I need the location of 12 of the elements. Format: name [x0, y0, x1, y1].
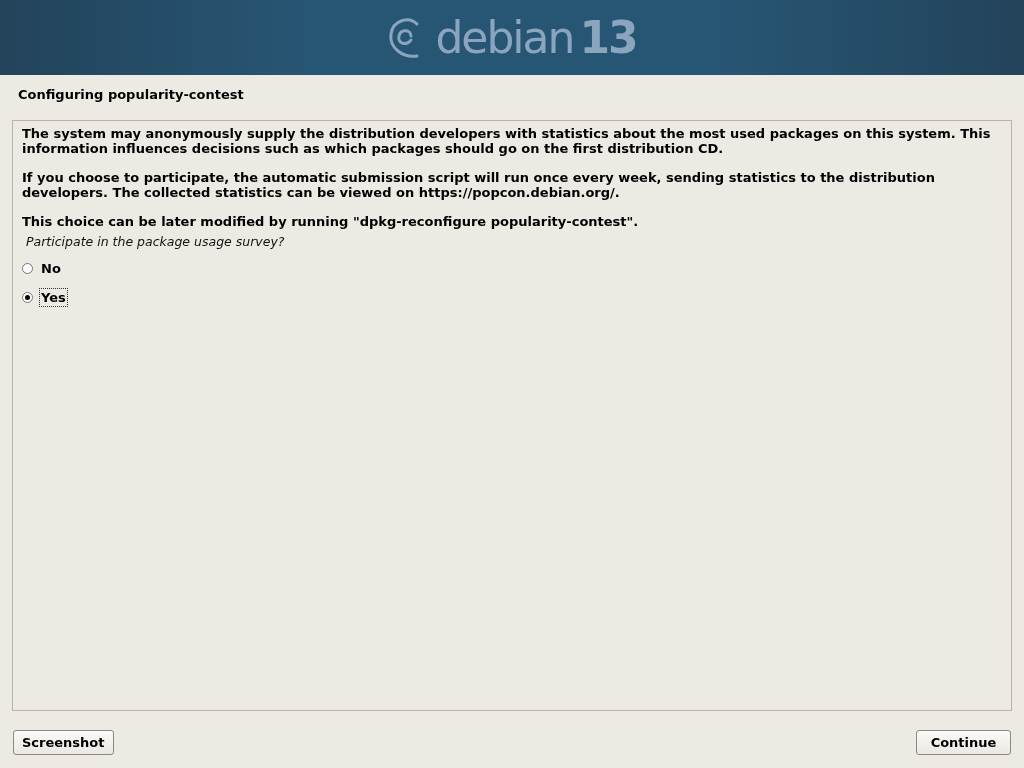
screenshot-button[interactable]: Screenshot — [13, 730, 114, 755]
description-text: If you choose to participate, the automatic submission script will run once every week, sending statistics to the distribution developers. The collected statistics can be viewed on https://popcon.debian.org/. — [22, 170, 936, 200]
description-text: The system may anonymously supply the distribution developers with statistics about the most used packages on this system. This information influences decisions such as which packages should go on the first distribution CD. — [22, 126, 992, 156]
continue-button[interactable]: Continue — [916, 730, 1011, 755]
option-label[interactable]: Yes — [39, 288, 68, 307]
radio-button[interactable] — [22, 292, 33, 303]
option-label[interactable]: No — [39, 259, 63, 278]
question-text: Participate in the package usage survey? — [26, 234, 286, 249]
logo-wordmark: debian 13 — [435, 12, 637, 63]
page-title: Configuring popularity-contest — [17, 86, 245, 104]
description-text: This choice can be later modified by running "dpkg-reconfigure popularity-contest". — [22, 214, 640, 229]
radio-button[interactable] — [22, 263, 33, 274]
